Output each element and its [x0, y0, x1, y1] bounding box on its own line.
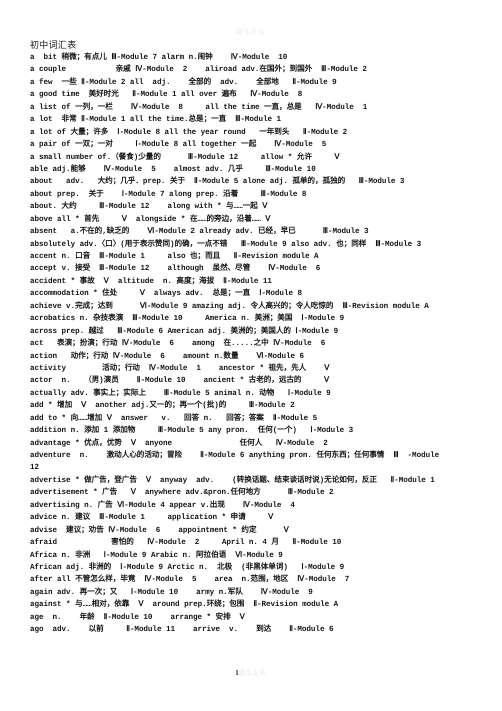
vocabulary-entry: accident * 事故 Ⅴ altitude n. 高度；海拔 Ⅱ-Modu… [30, 277, 272, 287]
vocabulary-entry: 12 [30, 464, 40, 473]
vocabulary-entry: a few 一些 Ⅱ-Module 2 all adj. 全部的 adv. 全部… [30, 78, 337, 88]
vocabulary-entry: advertisement * 广告 Ⅴ anywhere adv.&pron.… [30, 489, 334, 498]
vocabulary-entry: again adv. 再一次；又 Ⅰ-Module 10 army n.军队 Ⅳ… [30, 588, 313, 598]
vocabulary-entry: ago adv. 以前 Ⅱ-Module 11 arrive v. 到达 Ⅱ-M… [30, 626, 334, 635]
vocabulary-entry: after all 不管怎么样，毕竟 Ⅳ-Module 5 area n.范围，… [30, 576, 350, 585]
vocabulary-entry: a good time 美好时光 Ⅱ-Module 1 all over 遍布 … [30, 91, 303, 100]
vocabulary-entry: across prep. 越过 Ⅲ-Module 6 American adj.… [30, 327, 339, 336]
vocabulary-entry: activity 活动；行动 Ⅳ-Module 1 ancestor * 祖先，… [30, 364, 330, 374]
vocabulary-entry: achieve v.完成；达到 Ⅵ-Module 9 amazing adj. … [30, 302, 429, 312]
vocabulary-entry: absent a.不在的,缺乏的 Ⅵ-Module 2 already adv.… [30, 228, 369, 237]
document-page: 精品文档 初中词汇表 a bit 稍微；有点儿 Ⅲ-Module 7 alarm… [0, 0, 502, 711]
vocabulary-entry: absolutely adv.〈口〉(用于表示赞同)的确，一点不错 Ⅲ-Modu… [30, 240, 422, 249]
vocabulary-entry: advertise * 做广告，登广告 Ⅴ anyway adv. (转换话题、… [30, 476, 435, 486]
vocabulary-entry: a small number of.（餐食)少量的 Ⅲ-Module 12 al… [30, 153, 340, 162]
vocabulary-entry: action 动作；行动 Ⅳ-Module 6 amount n.数量 Ⅵ-Mo… [30, 352, 305, 361]
watermark-text: 精品文档 [236, 30, 266, 36]
page-footer: 1精品文档 [0, 668, 502, 677]
vocabulary-entry: accept v. 接受 Ⅲ-Module 12 although 虽然、尽管 … [30, 265, 321, 274]
vocabulary-entry: Africa n. 非洲 Ⅰ-Module 9 Arabic n. 阿拉伯语 Ⅵ… [30, 551, 283, 560]
vocabulary-entry: addition n. 添加 1 添加物 Ⅲ-Module 5 any pron… [30, 427, 354, 436]
vocabulary-entry: advise 建议；劝告 Ⅳ-Module 6 appointment * 约定… [30, 526, 289, 535]
vocabulary-entry: against * 与……相对，依靠 Ⅴ around prep.环绕；包围 Ⅱ… [30, 601, 339, 610]
vocabulary-entry: advertising n. 广告 Ⅵ-Module 4 appear v.出现… [30, 501, 295, 511]
vocabulary-entry: acrobatics n. 杂技表演 Ⅲ-Module 10 America n… [30, 315, 345, 324]
vocabulary-entry: a couple 亲戚 Ⅳ-Module 2 aliroad adv.在国外；到… [30, 66, 367, 75]
vocabulary-entry: about prep. 关于 Ⅰ-Module 7 along prep. 沿着… [30, 190, 307, 200]
vocabulary-entry: advice n. 建议 Ⅲ-Module 1 application * 申请… [30, 514, 274, 523]
vocabulary-entry: actually adv. 事实上；实际上 Ⅲ-Module 5 animal … [30, 389, 331, 399]
vocabulary-entry: advantage * 优点，优势 Ⅴ anyone 任何人 Ⅳ-Module … [30, 439, 328, 448]
vocabulary-entry: actor n. （男)演员 Ⅱ-Module 10 ancient * 古老的… [30, 377, 330, 386]
vocabulary-entry: a lot of 大量；许多 Ⅰ-Module 8 all the year r… [30, 128, 348, 137]
vocabulary-entry: a pair of 一双；一对 Ⅰ-Module 8 all together … [30, 141, 327, 150]
vocabulary-entry: able adj.能够 Ⅳ-Module 5 almost adv. 几乎 Ⅲ-… [30, 165, 316, 175]
page-title: 初中词汇表 [30, 40, 77, 50]
footer-watermark: 精品文档 [238, 671, 267, 677]
vocabulary-entry: a list of 一列，一栏 Ⅳ-Module 8 all the time … [30, 103, 368, 113]
vocabulary-entry-list: a bit 稍微；有点儿 Ⅲ-Module 7 alarm n.闹钟 Ⅳ-Mod… [30, 52, 492, 637]
vocabulary-entry: about adv. 大约；几乎．prep. 关于 Ⅱ-Module 5 alo… [30, 178, 405, 187]
vocabulary-entry: a bit 稍微；有点儿 Ⅲ-Module 7 alarm n.闹钟 Ⅳ-Mod… [30, 54, 288, 63]
vocabulary-entry: age n. 年龄 Ⅱ-Module 10 arrange * 安排 Ⅴ [30, 613, 245, 622]
vocabulary-entry: add * 增加 Ⅴ another adj.又一的；再一个(批)的 Ⅲ-Mod… [30, 402, 295, 411]
vocabulary-entry: above all * 首先 Ⅴ alongside * 在……的旁边，沿着……… [30, 215, 271, 224]
vocabulary-entry: about. 大约 Ⅲ-Module 12 along with * 与……一起… [30, 203, 268, 212]
vocabulary-entry: afraid 害怕的 Ⅳ-Module 2 April n. 4 月 Ⅱ-Mod… [30, 539, 342, 548]
vocabulary-entry: a lot 非常 Ⅱ-Module 1 all the time.总是；一直 Ⅲ… [30, 116, 281, 125]
vocabulary-entry: act 表演；扮演；行动 Ⅳ-Module 6 among 在.....之中 Ⅳ… [30, 340, 326, 349]
vocabulary-entry: accommodation * 住处 Ⅴ always adv. 总是；一直 Ⅰ… [30, 290, 302, 299]
vocabulary-entry: African adj. 非洲的 Ⅰ-Module 9 Arctic n. 北极… [30, 563, 345, 573]
vocabulary-entry: accent n. 口音 Ⅲ-Module 1 also 也；而且 Ⅱ-Revi… [30, 253, 319, 262]
vocabulary-entry: adventure n. 激动人心的活动；冒险 Ⅱ-Module 6 anyth… [30, 452, 440, 461]
vocabulary-entry: add to * 向……增加 Ⅴ answer v. 回答 n. 回答；答案 Ⅱ… [30, 414, 318, 423]
